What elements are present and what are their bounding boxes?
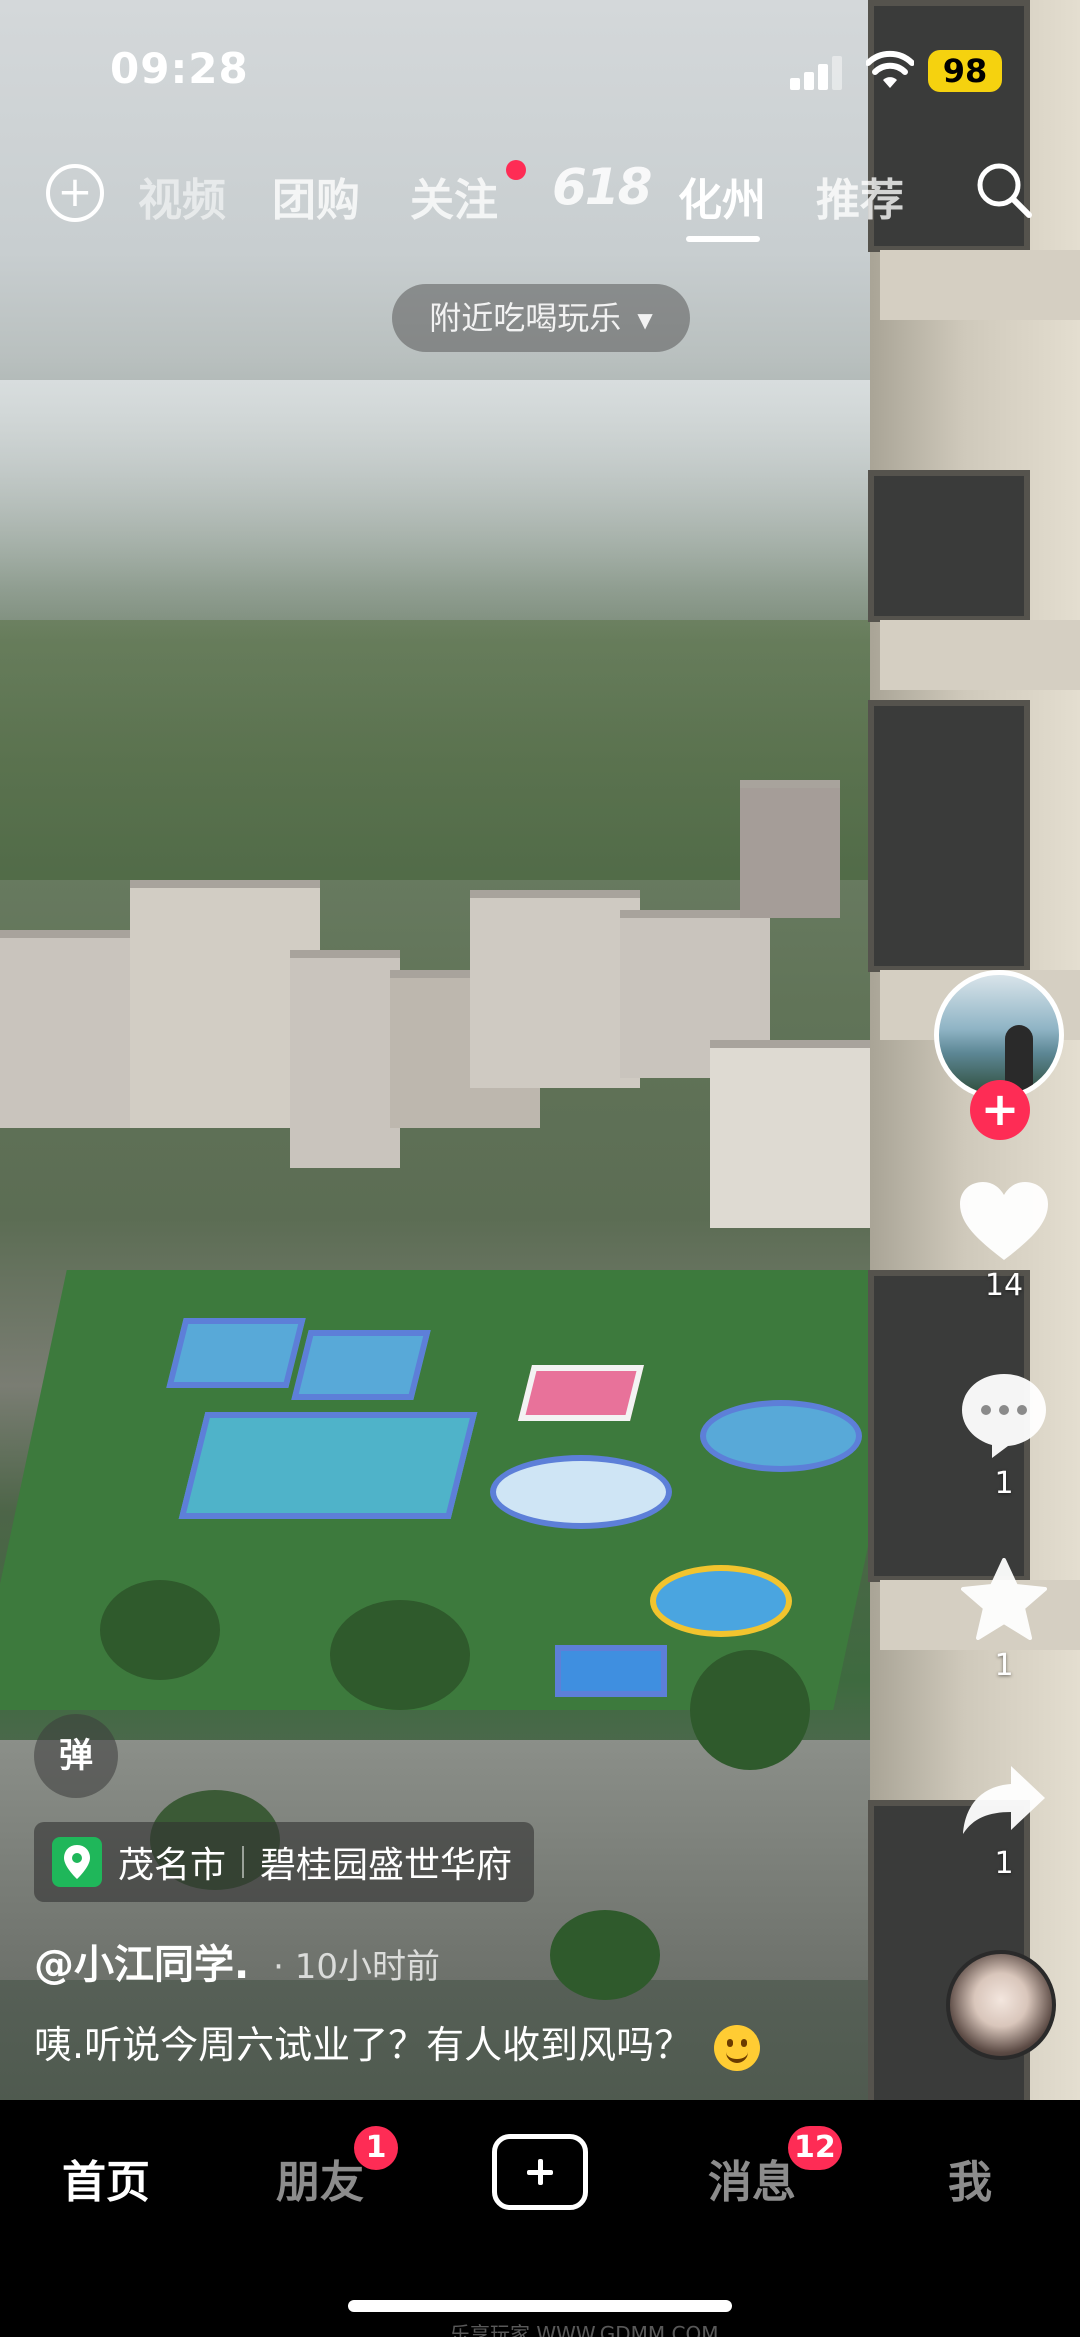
pool [291, 1330, 431, 1400]
pool [555, 1645, 667, 1697]
messages-badge: 12 [788, 2126, 842, 2170]
pool [490, 1455, 672, 1529]
pool [178, 1412, 478, 1519]
active-tab-indicator [686, 236, 760, 242]
like-count: 14 [984, 1268, 1024, 1303]
comment-button[interactable]: 1 [952, 1370, 1056, 1501]
add-circle-icon[interactable]: + [46, 164, 104, 222]
caption-text: 咦.听说今周六试业了？有人收到风吗？ [34, 2023, 693, 2067]
nav-messages[interactable]: 消息 [708, 2146, 796, 2210]
danmu-toggle-button[interactable]: 弹 [34, 1714, 118, 1798]
tab-618[interactable]: 618 [552, 158, 652, 216]
post-author-line: @小江同学. · 10小时前 [34, 1932, 440, 1990]
star-icon [961, 1558, 1047, 1640]
wifi-icon [866, 50, 914, 88]
share-button[interactable]: 1 [952, 1760, 1056, 1881]
share-count: 1 [994, 1846, 1014, 1881]
village-houses [0, 780, 900, 1228]
favorite-button[interactable]: 1 [952, 1556, 1056, 1683]
home-indicator[interactable] [348, 2300, 732, 2312]
share-arrow-icon [963, 1766, 1045, 1834]
app-screen: 09:28 98 + 视频 团购 关注 618 化州 推荐 附近吃喝玩乐 ▼ +… [0, 0, 1080, 2337]
nav-home[interactable]: 首页 [62, 2146, 150, 2210]
location-city: 茂名市 [118, 1845, 227, 1886]
tab-following[interactable]: 关注 [410, 164, 498, 228]
notification-dot [506, 160, 526, 180]
caret-down-icon: ▼ [637, 308, 653, 332]
create-button[interactable] [492, 2134, 588, 2210]
friends-badge: 1 [354, 2126, 398, 2170]
location-separator [242, 1846, 245, 1878]
smile-emoji-icon [714, 2024, 761, 2071]
nav-friends[interactable]: 朋友 [276, 2146, 364, 2210]
location-pin-icon [52, 1837, 102, 1887]
post-caption[interactable]: 咦.听说今周六试业了？有人收到风吗？ [34, 2014, 761, 2071]
comment-icon [962, 1374, 1046, 1458]
top-navigation: + 视频 团购 关注 618 化州 推荐 [0, 150, 1080, 250]
tab-recommend[interactable]: 推荐 [816, 164, 904, 228]
pool [650, 1565, 792, 1637]
status-time: 09:28 [110, 44, 249, 93]
status-bar: 09:28 98 [0, 0, 1080, 130]
nearby-pill-label: 附近吃喝玩乐 [429, 299, 622, 337]
search-icon[interactable] [974, 160, 1034, 220]
watermark: 乐享玩家 WWW.GDMM.COM [450, 2322, 719, 2337]
follow-button[interactable]: + [970, 1080, 1030, 1140]
pool [518, 1365, 644, 1421]
tab-huazhou[interactable]: 化州 [678, 164, 766, 228]
heart-icon [960, 1182, 1048, 1260]
comment-count: 1 [994, 1466, 1014, 1501]
nav-me[interactable]: 我 [948, 2146, 992, 2210]
author-name[interactable]: @小江同学. [34, 1942, 249, 1988]
pool [700, 1400, 862, 1472]
nearby-filter-pill[interactable]: 附近吃喝玩乐 ▼ [392, 284, 690, 352]
battery-indicator: 98 [928, 50, 1002, 92]
signal-icon [790, 56, 844, 90]
like-button[interactable]: 14 [952, 1180, 1056, 1303]
tab-group-buy[interactable]: 团购 [272, 164, 360, 228]
music-disc-avatar[interactable] [946, 1950, 1056, 2060]
pool [166, 1318, 306, 1388]
tab-video[interactable]: 视频 [138, 164, 226, 228]
location-place: 碧桂园盛世华府 [260, 1845, 513, 1886]
favorite-count: 1 [994, 1648, 1014, 1683]
location-tag[interactable]: 茂名市 碧桂园盛世华府 [34, 1822, 535, 1902]
post-time: · 10小时前 [273, 1947, 441, 1987]
